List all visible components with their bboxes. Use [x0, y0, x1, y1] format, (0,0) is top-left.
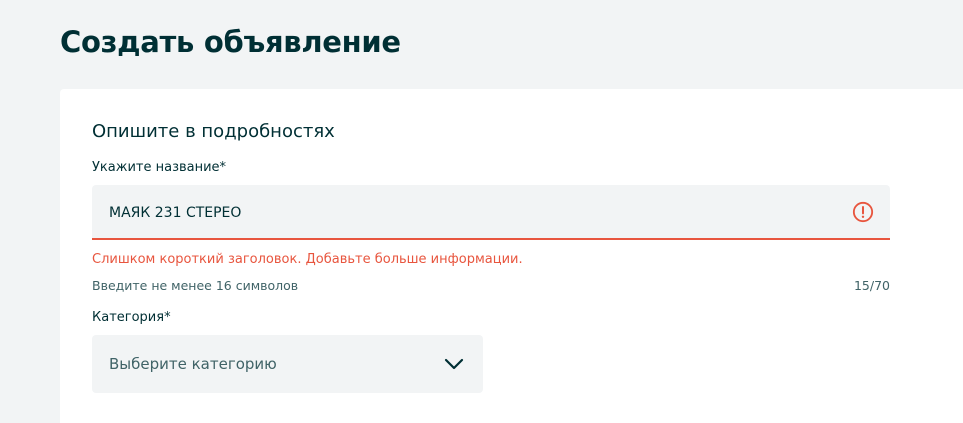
ad-form-card: Опишите в подробностях Укажите название*… [60, 89, 963, 423]
title-error-message: Слишком короткий заголовок. Добавьте бол… [92, 252, 523, 267]
title-hint: Введите не менее 16 символов [92, 278, 299, 293]
page-title: Создать объявление [60, 25, 401, 59]
title-input[interactable]: МАЯК 231 СТЕРЕО [92, 185, 890, 240]
category-placeholder: Выберите категорию [109, 355, 277, 373]
chevron-down-icon[interactable] [443, 355, 465, 373]
title-input-value[interactable]: МАЯК 231 СТЕРЕО [109, 203, 241, 223]
error-icon [852, 201, 874, 223]
section-title: Опишите в подробностях [92, 121, 335, 142]
title-field-label: Укажите название* [92, 160, 227, 175]
category-select[interactable]: Выберите категорию [92, 335, 483, 393]
title-char-counter: 15/70 [853, 278, 890, 293]
category-field-label: Категория* [92, 310, 171, 325]
